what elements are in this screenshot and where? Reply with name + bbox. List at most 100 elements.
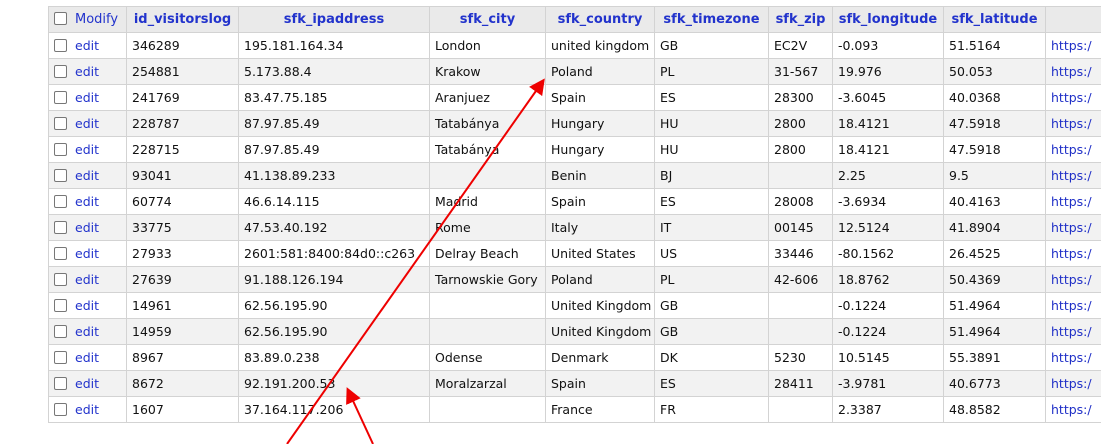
cell-link[interactable]: https:/	[1045, 162, 1101, 189]
cell-city	[429, 292, 546, 319]
cell-id: 346289	[126, 32, 239, 59]
cell-link[interactable]: https:/	[1045, 110, 1101, 137]
cell-link[interactable]: https:/	[1045, 292, 1101, 319]
edit-link[interactable]: edit	[75, 376, 99, 391]
edit-link[interactable]: edit	[75, 350, 99, 365]
row-checkbox[interactable]	[54, 247, 67, 260]
table-row: edit 241769 83.47.75.185 Aranjuez Spain ES 283…	[48, 84, 1101, 111]
cell-latitude: 26.4525	[943, 240, 1046, 267]
cell-longitude: 10.5145	[832, 344, 944, 371]
row-modify-cell: edit	[48, 32, 127, 59]
cell-link[interactable]: https:/	[1045, 240, 1101, 267]
cell-link[interactable]: https:/	[1045, 214, 1101, 241]
header-ipaddress[interactable]: sfk_ipaddress	[238, 6, 430, 33]
row-checkbox[interactable]	[54, 169, 67, 182]
cell-longitude: -3.6045	[832, 84, 944, 111]
cell-timezone: PL	[654, 266, 769, 293]
cell-city	[429, 396, 546, 423]
cell-ipaddress: 83.89.0.238	[238, 344, 430, 371]
cell-id: 33775	[126, 214, 239, 241]
table-row: edit 27639 91.188.126.194 Tarnowskie Gory Po…	[48, 266, 1101, 293]
row-checkbox[interactable]	[54, 143, 67, 156]
cell-id: 228715	[126, 136, 239, 163]
table-row: edit 8967 83.89.0.238 Odense Denmark DK 5230 10…	[48, 344, 1101, 371]
row-checkbox[interactable]	[54, 351, 67, 364]
table-row: edit 93041 41.138.89.233 Benin BJ 2.25 9.5 http…	[48, 162, 1101, 189]
row-modify-cell: edit	[48, 188, 127, 215]
edit-link[interactable]: edit	[75, 324, 99, 339]
header-zip[interactable]: sfk_zip	[768, 6, 833, 33]
cell-country: United Kingdom	[545, 292, 655, 319]
header-modify[interactable]: Modify	[48, 6, 127, 33]
row-modify-cell: edit	[48, 318, 127, 345]
cell-timezone: HU	[654, 136, 769, 163]
row-checkbox[interactable]	[54, 325, 67, 338]
header-timezone[interactable]: sfk_timezone	[654, 6, 769, 33]
row-checkbox[interactable]	[54, 299, 67, 312]
cell-link[interactable]: https:/	[1045, 32, 1101, 59]
cell-link[interactable]: https:/	[1045, 84, 1101, 111]
row-checkbox[interactable]	[54, 273, 67, 286]
cell-link[interactable]: https:/	[1045, 370, 1101, 397]
select-all-checkbox[interactable]	[54, 12, 67, 25]
cell-longitude: 18.4121	[832, 110, 944, 137]
cell-latitude: 9.5	[943, 162, 1046, 189]
cell-ipaddress: 5.173.88.4	[238, 58, 430, 85]
row-checkbox[interactable]	[54, 403, 67, 416]
edit-link[interactable]: edit	[75, 116, 99, 131]
cell-country: Italy	[545, 214, 655, 241]
cell-timezone: HU	[654, 110, 769, 137]
cell-latitude: 51.4964	[943, 292, 1046, 319]
cell-link[interactable]: https:/	[1045, 396, 1101, 423]
cell-country: United Kingdom	[545, 318, 655, 345]
edit-link[interactable]: edit	[75, 90, 99, 105]
cell-id: 241769	[126, 84, 239, 111]
edit-link[interactable]: edit	[75, 38, 99, 53]
edit-link[interactable]: edit	[75, 298, 99, 313]
table-row: edit 228715 87.97.85.49 Tatabánya Hungary HU 2…	[48, 136, 1101, 163]
cell-longitude: -0.093	[832, 32, 944, 59]
cell-latitude: 51.5164	[943, 32, 1046, 59]
cell-id: 60774	[126, 188, 239, 215]
header-latitude[interactable]: sfk_latitude	[943, 6, 1046, 33]
cell-link[interactable]: https:/	[1045, 58, 1101, 85]
header-country[interactable]: sfk_country	[545, 6, 655, 33]
cell-link[interactable]: https:/	[1045, 188, 1101, 215]
row-checkbox[interactable]	[54, 39, 67, 52]
cell-link[interactable]: https:/	[1045, 344, 1101, 371]
edit-link[interactable]: edit	[75, 168, 99, 183]
edit-link[interactable]: edit	[75, 246, 99, 261]
cell-timezone: ES	[654, 370, 769, 397]
cell-zip: 2800	[768, 110, 833, 137]
edit-link[interactable]: edit	[75, 272, 99, 287]
cell-link[interactable]: https:/	[1045, 136, 1101, 163]
edit-link[interactable]: edit	[75, 402, 99, 417]
cell-city: Madrid	[429, 188, 546, 215]
edit-link[interactable]: edit	[75, 194, 99, 209]
cell-link[interactable]: https:/	[1045, 318, 1101, 345]
edit-link[interactable]: edit	[75, 64, 99, 79]
header-city[interactable]: sfk_city	[429, 6, 546, 33]
edit-link[interactable]: edit	[75, 142, 99, 157]
row-checkbox[interactable]	[54, 221, 67, 234]
edit-link[interactable]: edit	[75, 220, 99, 235]
cell-timezone: IT	[654, 214, 769, 241]
cell-latitude: 41.8904	[943, 214, 1046, 241]
header-longitude[interactable]: sfk_longitude	[832, 6, 944, 33]
table-row: edit 14959 62.56.195.90 United Kingdom GB -0.…	[48, 318, 1101, 345]
cell-id: 14961	[126, 292, 239, 319]
row-checkbox[interactable]	[54, 195, 67, 208]
row-checkbox[interactable]	[54, 91, 67, 104]
row-modify-cell: edit	[48, 214, 127, 241]
cell-link[interactable]: https:/	[1045, 266, 1101, 293]
cell-longitude: -3.9781	[832, 370, 944, 397]
cell-ipaddress: 62.56.195.90	[238, 292, 430, 319]
cell-country: Poland	[545, 266, 655, 293]
row-checkbox[interactable]	[54, 117, 67, 130]
header-id[interactable]: id_visitorslog	[126, 6, 239, 33]
row-checkbox[interactable]	[54, 65, 67, 78]
cell-latitude: 47.5918	[943, 110, 1046, 137]
cell-ipaddress: 46.6.14.115	[238, 188, 430, 215]
cell-zip: 2800	[768, 136, 833, 163]
row-checkbox[interactable]	[54, 377, 67, 390]
